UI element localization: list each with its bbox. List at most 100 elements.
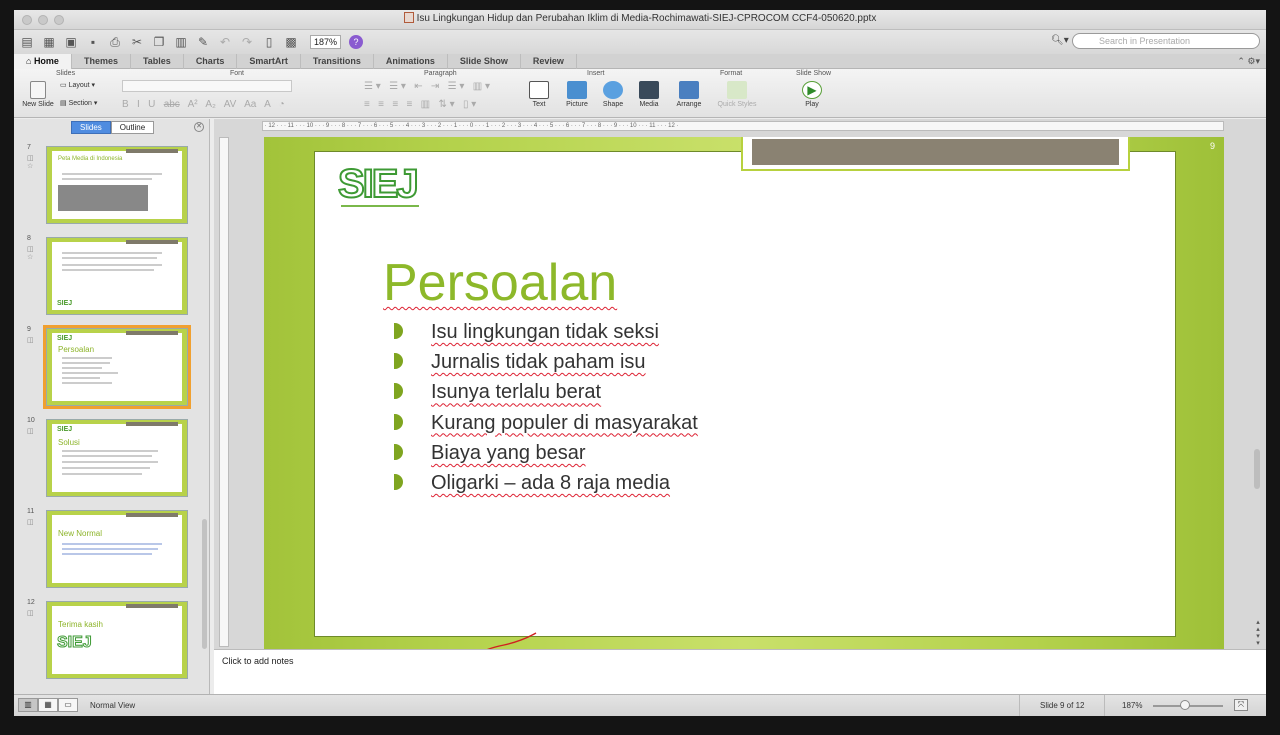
bullet-list[interactable]: Isu lingkungan tidak seksi Jurnalis tida… bbox=[394, 317, 698, 498]
view-name: Normal View bbox=[90, 701, 136, 710]
search-input[interactable]: 🔍︎▾ Search in Presentation bbox=[1051, 33, 1260, 49]
thumbnail-slide-11[interactable]: 11 ◫ New Normal bbox=[14, 508, 210, 590]
bullet-item: Biaya yang besar bbox=[394, 438, 698, 468]
tab-charts[interactable]: Charts bbox=[184, 54, 238, 69]
media-browser-icon[interactable]: ▩ bbox=[282, 34, 300, 50]
ribbon-options-icon[interactable]: ⌃ ⚙▾ bbox=[1237, 54, 1266, 68]
quick-styles-button[interactable]: Quick Styles bbox=[714, 81, 760, 108]
fit-window-icon[interactable]: ⤧ bbox=[1234, 699, 1248, 711]
powerpoint-window: Isu Lingkungan Hidup dan Perubahan Iklim… bbox=[14, 10, 1266, 716]
thumbnail-slide-9[interactable]: 9 ◫ SIEJ Persoalan bbox=[14, 325, 210, 409]
tab-review[interactable]: Review bbox=[521, 54, 577, 69]
bullet-item: Isu lingkungan tidak seksi bbox=[394, 317, 698, 347]
help-icon[interactable]: ? bbox=[349, 35, 364, 49]
press-image bbox=[58, 185, 148, 211]
paste-icon[interactable]: ▥ bbox=[172, 34, 190, 50]
font-name-select[interactable] bbox=[122, 80, 292, 92]
insert-picture-button[interactable]: Picture bbox=[562, 81, 592, 108]
list-buttons[interactable]: ☰ ▾ ☰ ▾ ⇤ ⇥ ☰ ▾ ▥ ▾ bbox=[364, 81, 490, 92]
canvas-scrollbar[interactable] bbox=[1254, 449, 1260, 489]
sorter-view-icon[interactable]: ▦ bbox=[38, 698, 58, 712]
open-icon[interactable]: ▣ bbox=[62, 34, 80, 50]
bullet-icon bbox=[394, 323, 403, 339]
tab-transitions[interactable]: Transitions bbox=[301, 54, 374, 69]
bullet-icon bbox=[394, 413, 403, 430]
new-slide-button[interactable]: New Slide bbox=[19, 81, 57, 108]
slide-counter: Slide 9 of 12 bbox=[1019, 695, 1106, 716]
panel-scrollbar[interactable] bbox=[202, 519, 207, 649]
tab-tables[interactable]: Tables bbox=[131, 54, 184, 69]
bullet-item: Oligarki – ada 8 raja media bbox=[394, 468, 698, 498]
layout-button[interactable]: ▭ Layout ▾ bbox=[60, 81, 95, 89]
group-font-title: Font bbox=[230, 70, 245, 77]
tab-themes[interactable]: Themes bbox=[72, 54, 131, 69]
logo-tagline bbox=[341, 205, 419, 207]
insert-media-button[interactable]: Media bbox=[636, 81, 662, 108]
notes-pane[interactable]: Click to add notes bbox=[214, 649, 1266, 694]
tab-slide-show[interactable]: Slide Show bbox=[448, 54, 521, 69]
horizontal-ruler[interactable]: · 12 · · · 11 · · · 10 · · · 9 · · · 8 ·… bbox=[262, 121, 1224, 131]
slide-meta-icon: ◫ bbox=[27, 610, 34, 617]
normal-view-icon[interactable]: ▥ bbox=[18, 698, 38, 712]
undo-icon[interactable]: ↶ bbox=[216, 34, 234, 50]
thumbnail-slide-10[interactable]: 10 ◫ SIEJ Solusi bbox=[14, 417, 210, 499]
window-title: Isu Lingkungan Hidup dan Perubahan Iklim… bbox=[416, 13, 877, 24]
play-icon: ▶ bbox=[802, 81, 822, 99]
align-buttons[interactable]: ≡ ≡ ≡ ≡ ▥ ⇅ ▾ ▯ ▾ bbox=[364, 99, 476, 110]
slide-meta-icon: ◫ bbox=[27, 428, 34, 435]
bullet-icon bbox=[394, 443, 403, 460]
slide-icon[interactable]: ▯ bbox=[260, 34, 278, 50]
thumbnail-slide-12[interactable]: 12 ◫ Terima kasih SIEJ bbox=[14, 599, 210, 681]
bullet-item: Kurang populer di masyarakat bbox=[394, 408, 698, 438]
thumbnail-slide-8[interactable]: 8 ◫ ☆ SIEJ bbox=[14, 235, 210, 317]
zoom-slider-thumb[interactable] bbox=[1180, 700, 1190, 710]
slideshow-view-icon[interactable]: ▭ bbox=[58, 698, 78, 712]
group-format-title: Format bbox=[720, 70, 743, 77]
slide-meta-icon: ◫ ☆ bbox=[27, 155, 34, 170]
templates-icon[interactable]: ▦ bbox=[40, 34, 58, 50]
insert-text-button[interactable]: Text bbox=[527, 81, 551, 108]
bullet-item: Isunya terlalu berat bbox=[394, 377, 698, 407]
close-panel-icon[interactable]: ✕ bbox=[194, 122, 204, 132]
view-buttons: ▥ ▦ ▭ bbox=[18, 698, 78, 712]
new-icon[interactable]: ▤ bbox=[18, 34, 36, 50]
thumb-logo: SIEJ bbox=[57, 335, 73, 342]
window-controls[interactable] bbox=[22, 15, 64, 25]
ribbon: Slides Font Paragraph Insert Format Slid… bbox=[14, 69, 1266, 118]
quick-styles-icon bbox=[727, 81, 747, 99]
thumb-logo: SIEJ bbox=[57, 426, 73, 433]
font-format-buttons[interactable]: B I U abc A² A₂ AV Aa A ◔ bbox=[122, 99, 285, 110]
arrange-button[interactable]: Arrange bbox=[674, 81, 704, 108]
zoom-select[interactable]: 187% bbox=[310, 35, 342, 49]
slides-panel: Slides Outline ✕ 7 ◫ ☆ Peta Media di Indo… bbox=[14, 119, 210, 694]
slide-number: 9 bbox=[1210, 141, 1216, 151]
format-painter-icon[interactable]: ✎ bbox=[194, 34, 212, 50]
vertical-ruler[interactable] bbox=[219, 137, 229, 647]
group-slides-title: Slides bbox=[56, 70, 76, 77]
save-icon[interactable]: ▪ bbox=[84, 34, 102, 50]
search-icon[interactable]: 🔍︎▾ bbox=[1051, 34, 1069, 48]
media-icon bbox=[639, 81, 659, 99]
picture-icon bbox=[567, 81, 587, 99]
play-button[interactable]: ▶ Play bbox=[798, 81, 826, 108]
tab-animations[interactable]: Animations bbox=[374, 54, 448, 69]
redo-icon[interactable]: ↷ bbox=[238, 34, 256, 50]
cut-icon[interactable]: ✂ bbox=[128, 34, 146, 50]
slide-meta-icon: ◫ bbox=[27, 337, 34, 344]
thumbnail-slide-7[interactable]: 7 ◫ ☆ Peta Media di Indonesia bbox=[14, 144, 210, 226]
tab-outline[interactable]: Outline bbox=[110, 121, 155, 134]
bullet-item: Jurnalis tidak paham isu bbox=[394, 347, 698, 377]
section-button[interactable]: ▤ Section ▾ bbox=[60, 99, 97, 107]
print-icon[interactable]: ⎙ bbox=[106, 34, 124, 50]
tab-slides[interactable]: Slides bbox=[71, 121, 111, 134]
slide-title[interactable]: Persoalan bbox=[383, 253, 617, 313]
tab-home[interactable]: ⌂ Home bbox=[14, 54, 72, 69]
bullet-icon bbox=[394, 383, 403, 400]
group-insert-title: Insert bbox=[587, 70, 605, 77]
insert-shape-button[interactable]: Shape bbox=[600, 81, 626, 108]
text-box-icon bbox=[529, 81, 549, 99]
tab-smartart[interactable]: SmartArt bbox=[237, 54, 301, 69]
slide-nav-arrows[interactable]: ▴ ▴ ▾ ▾ bbox=[1253, 619, 1263, 647]
copy-icon[interactable]: ❐ bbox=[150, 34, 168, 50]
bullet-icon bbox=[394, 353, 403, 370]
